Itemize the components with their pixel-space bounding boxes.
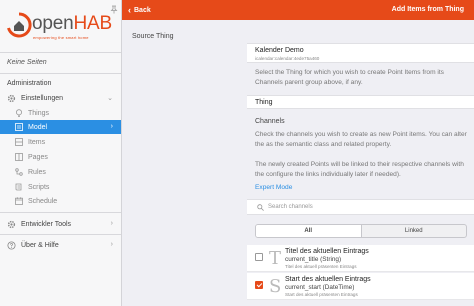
openhab-logo-icon [7,12,32,38]
sidebar-item-things[interactable]: Things [0,106,121,120]
channel-row[interactable]: S Start des aktuellen Eintrags current_s… [247,273,474,300]
sidebar-item-label: Einstellungen [21,94,64,102]
search-icon [257,203,264,211]
channel-title: Start des aktuellen Eintrags [285,276,371,283]
channel-letter-icon: S [269,276,282,297]
sidebar-item-pages[interactable]: Pages [0,150,121,164]
sidebar-item-label: Entwickler Tools [21,220,72,228]
sidebar-item-about-help[interactable]: Über & Hilfe › [0,238,121,252]
chevron-right-icon: › [110,220,113,227]
sidebar-item-label: Things [28,109,50,117]
channel-checkbox[interactable] [255,253,263,261]
channel-id: current_start (DateTime) [285,284,355,291]
search-input[interactable]: Search channels [268,204,313,210]
expert-mode-link[interactable]: Expert Mode [255,184,292,191]
channel-description: Start des aktuell präsenten Eintrags [285,292,358,297]
divider [0,234,121,235]
thing-uid: icalendar:calendar:4ede75a460 [255,56,320,61]
channel-id: current_title (String) [285,256,342,263]
back-button[interactable]: ‹ Back [128,0,151,20]
sidebar-item-scripts[interactable]: Scripts [0,180,121,194]
gear-icon [7,94,16,103]
thing-section-title: Thing [255,99,273,106]
tab-all[interactable]: All [256,225,362,237]
channels-label: Channels [255,118,285,125]
sidebar-item-model[interactable]: Model › [0,120,121,134]
thing-name: Kalender Demo [255,47,304,54]
sidebar-item-rules[interactable]: Rules [0,165,121,179]
navbar: ‹ Back Add Items from Thing [122,0,474,20]
channel-letter-icon: T [269,248,282,269]
sidebar-item-settings[interactable]: Einstellungen ⌄ [0,91,121,105]
sidebar-item-developer-tools[interactable]: Entwickler Tools › [0,217,121,231]
tools-icon [7,220,16,229]
sidebar: openHAB empowering the smart home Keine … [0,0,122,306]
divider [0,73,121,74]
scripts-icon [14,183,23,192]
channel-checkbox[interactable] [255,281,263,289]
tab-linked[interactable]: Linked [362,225,467,237]
sidebar-item-label: Rules [28,168,46,176]
logo-tagline: empowering the smart home [33,35,89,40]
channels-help-text: Check the channels you wish to create as… [255,131,467,148]
page-title: Add Items from Thing [391,6,464,13]
chevron-right-icon: › [110,241,113,248]
list-icon [14,123,23,132]
divider [0,212,121,213]
chevron-down-icon: ⌄ [107,95,113,102]
sidebar-item-items[interactable]: Items [0,135,121,149]
channel-description: Titel des aktuell präsenten Eintrags [285,264,357,269]
pin-icon[interactable] [110,5,118,14]
logo-wordmark: openHAB [32,13,112,34]
sidebar-item-schedule[interactable]: Schedule [0,194,121,208]
help-icon [7,240,16,250]
sidebar-item-label: Pages [28,153,48,161]
source-help-text: Select the Thing for which you wish to c… [255,69,444,86]
calendar-icon [14,197,23,206]
chevron-right-icon: › [110,123,113,130]
thing-section-header: Thing [247,95,474,109]
back-arrow-icon: ‹ [128,5,131,15]
sidebar-item-label: Scripts [28,183,50,191]
sidebar-item-label: Über & Hilfe [21,241,59,249]
no-pages-text: Keine Seiten [7,59,47,66]
sidebar-item-label: Items [28,138,46,146]
openhab-logo[interactable]: openHAB empowering the smart home [6,12,118,44]
sidebar-item-label: Schedule [28,197,58,205]
lightbulb-icon [14,108,23,118]
rules-icon [14,168,23,177]
back-label: Back [134,6,151,14]
items-icon [14,138,23,147]
source-thing-label: Source Thing [132,33,174,40]
channel-row[interactable]: T Titel des aktuellen Eintrags current_t… [247,245,474,272]
channel-title: Titel des aktuellen Eintrags [285,248,369,255]
section-administration: Administration [7,80,52,87]
source-thing-selector[interactable]: Kalender Demo icalendar:calendar:4ede75a… [247,43,474,63]
channel-filter-tabs: All Linked [255,224,467,238]
pages-icon [14,153,23,162]
channels-link-help-text: The newly created Points will be linked … [255,161,464,178]
search-bar[interactable]: Search channels [247,199,474,215]
sidebar-item-label: Model [28,123,48,131]
divider [0,52,121,53]
